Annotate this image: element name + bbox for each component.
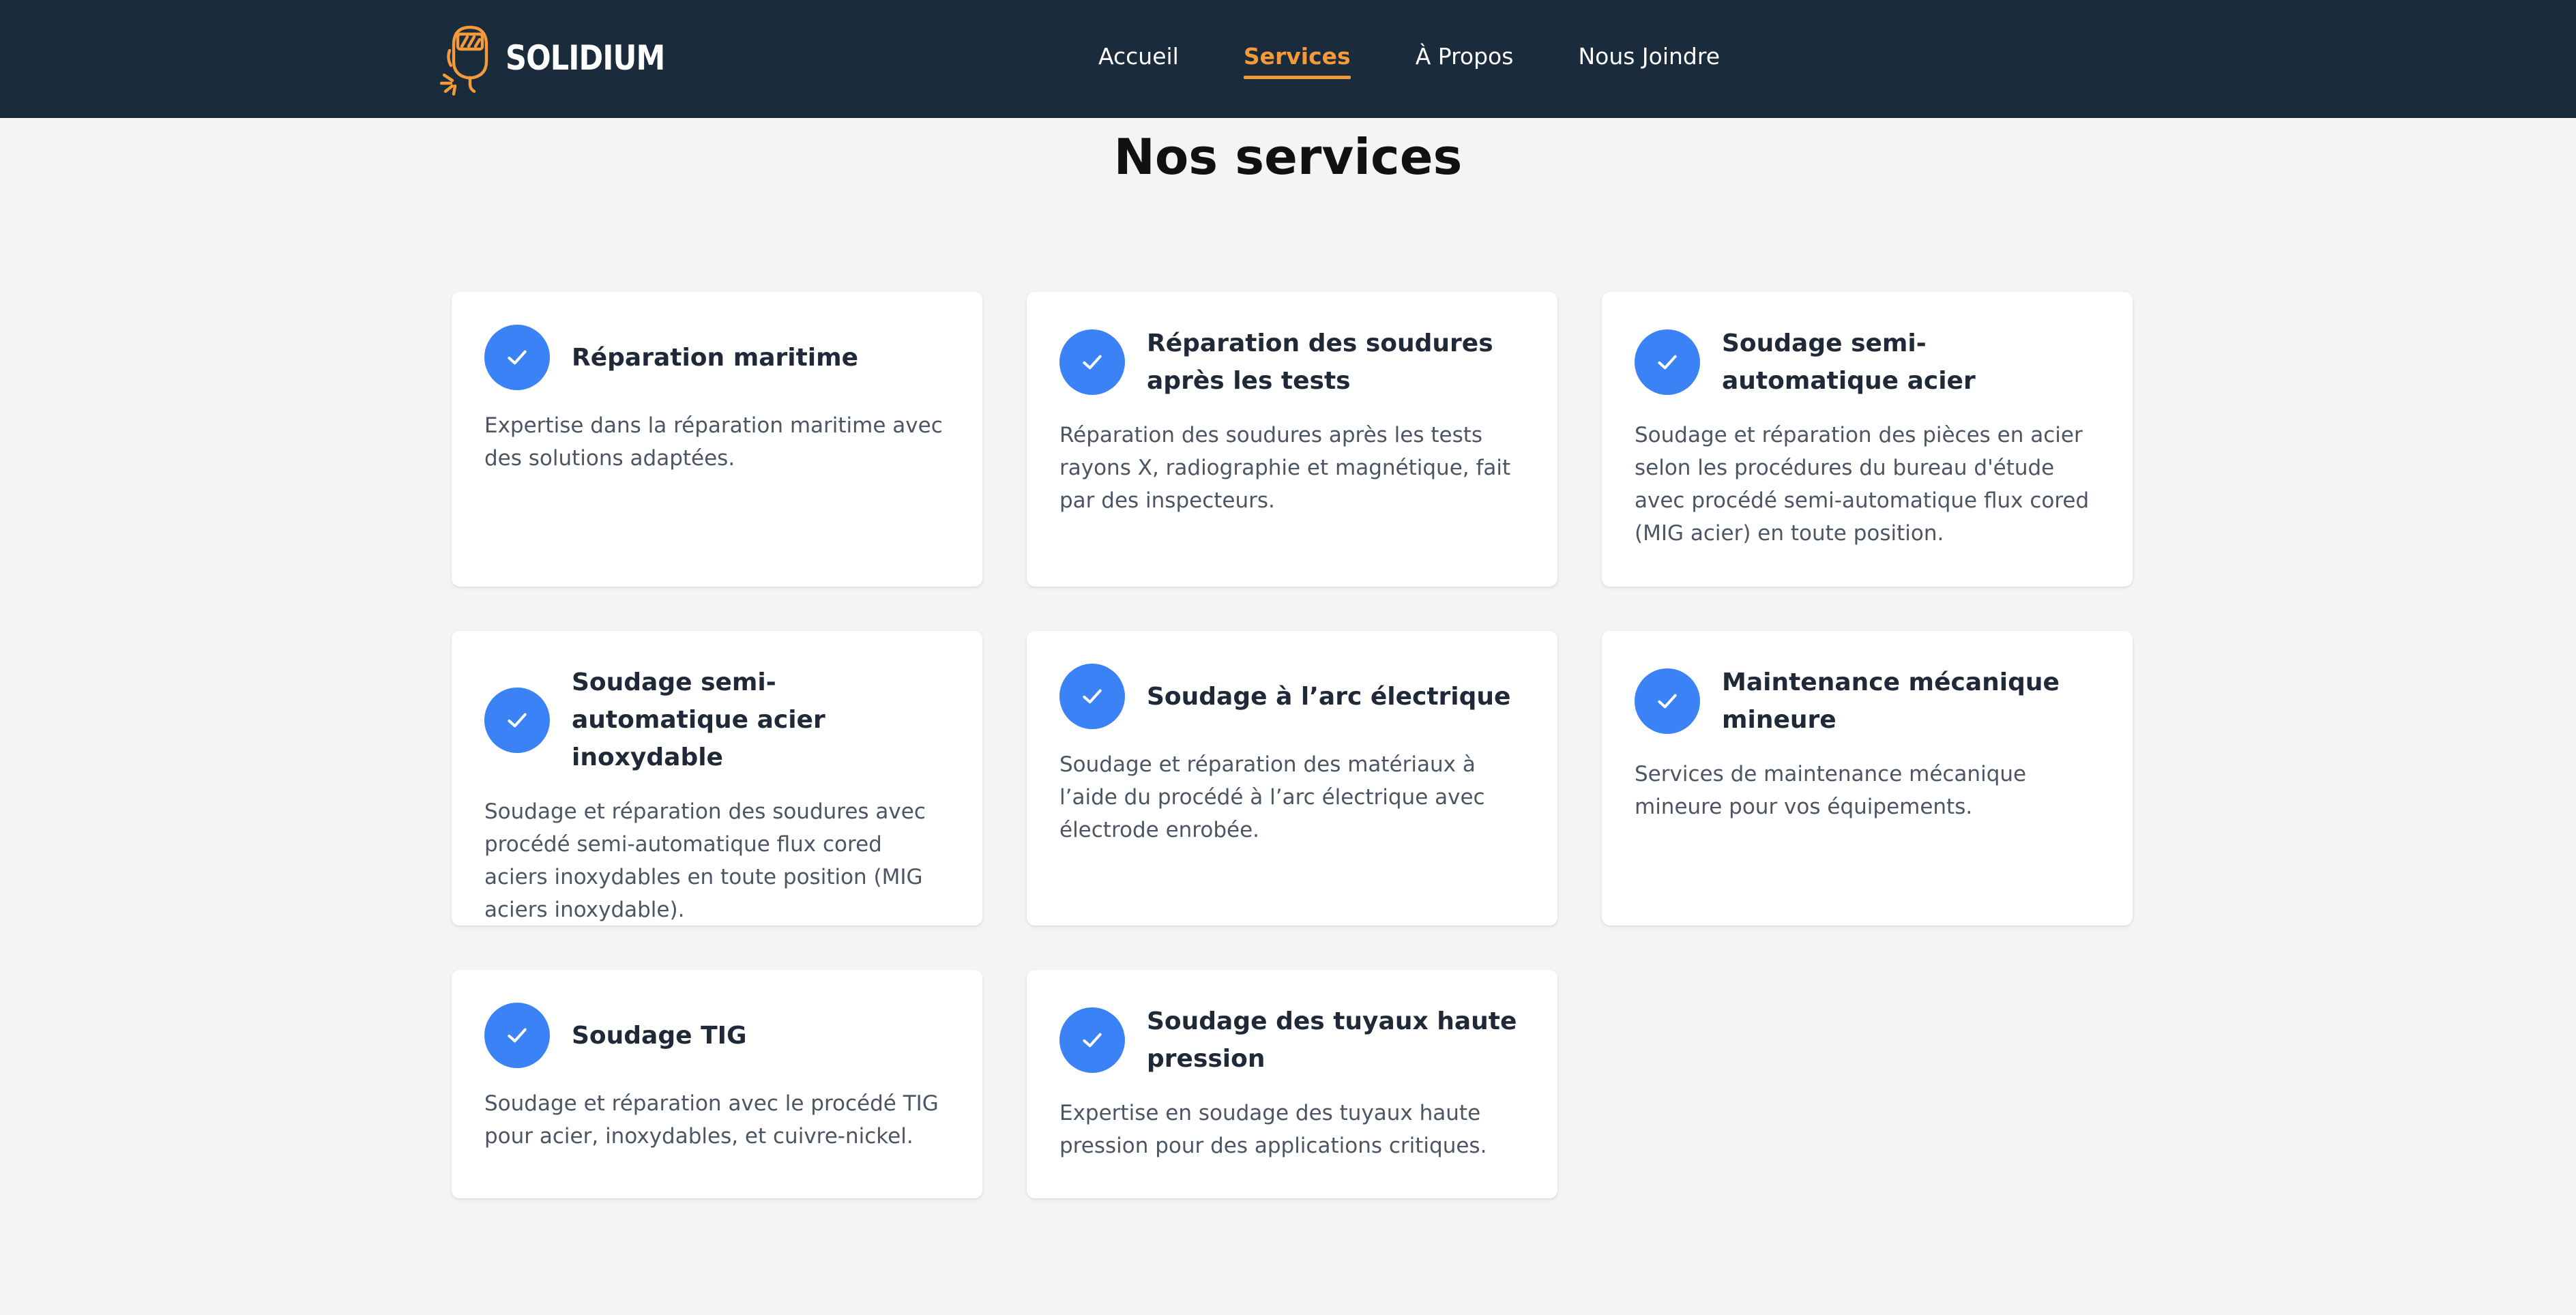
service-card: Réparation des soudures après les tests …: [1027, 292, 1557, 587]
service-card: Soudage à l’arc électrique Soudage et ré…: [1027, 631, 1557, 926]
service-title: Réparation des soudures après les tests: [1147, 329, 1493, 395]
nav-link-accueil[interactable]: Accueil: [1098, 43, 1179, 71]
service-card-header: Soudage à l’arc électrique: [1059, 664, 1525, 729]
service-card: Soudage TIG Soudage et réparation avec l…: [452, 970, 982, 1198]
service-title: Soudage TIG: [572, 1021, 747, 1050]
service-description: Soudage et réparation des soudures avec …: [484, 799, 926, 922]
service-description: Réparation des soudures après les tests …: [1059, 423, 1511, 513]
main-nav: Accueil Services À Propos Nous Joindre: [1098, 0, 1785, 113]
check-icon: [1059, 664, 1125, 729]
service-card-header: Maintenance mécanique mineure: [1635, 664, 2100, 739]
service-card-header: Soudage semi-automatique acier: [1635, 325, 2100, 400]
service-card: Soudage semi-automatique acier inoxydabl…: [452, 631, 982, 926]
check-icon: [1059, 1007, 1125, 1073]
service-description: Soudage et réparation des matériaux à l’…: [1059, 752, 1485, 842]
brand-name: SOLIDIUM: [506, 38, 665, 78]
service-card: Soudage semi-automatique acier Soudage e…: [1602, 292, 2133, 587]
service-card-header: Réparation des soudures après les tests: [1059, 325, 1525, 400]
service-card-header: Réparation maritime: [484, 325, 950, 390]
service-description: Soudage et réparation avec le procédé TI…: [484, 1091, 939, 1149]
services-grid: Réparation maritime Expertise dans la ré…: [452, 292, 2133, 1198]
check-icon: [484, 1003, 550, 1068]
check-icon: [1635, 668, 1700, 734]
top-navbar: SOLIDIUM Accueil Services À Propos Nous …: [0, 0, 2576, 118]
brand-logo-link[interactable]: SOLIDIUM: [440, 20, 690, 95]
service-card: Soudage des tuyaux haute pression Expert…: [1027, 970, 1557, 1198]
check-icon: [1059, 329, 1125, 395]
service-description: Soudage et réparation des pièces en acie…: [1635, 423, 2090, 546]
nav-link-nous-joindre[interactable]: Nous Joindre: [1578, 43, 1720, 71]
service-title: Soudage des tuyaux haute pression: [1147, 1007, 1517, 1073]
service-card: Maintenance mécanique mineure Services d…: [1602, 631, 2133, 926]
check-icon: [484, 325, 550, 390]
service-card-header: Soudage semi-automatique acier inoxydabl…: [484, 664, 950, 776]
service-title: Soudage semi-automatique acier inoxydabl…: [572, 668, 825, 771]
check-icon: [484, 687, 550, 753]
service-description: Services de maintenance mécanique mineur…: [1635, 762, 2027, 819]
nav-link-a-propos[interactable]: À Propos: [1416, 43, 1514, 71]
service-title: Soudage semi-automatique acier: [1722, 329, 1976, 395]
service-card-header: Soudage des tuyaux haute pression: [1059, 1003, 1525, 1078]
nav-link-services[interactable]: Services: [1243, 43, 1351, 79]
page-title: Nos services: [1113, 128, 1463, 186]
service-title: Soudage à l’arc électrique: [1147, 682, 1511, 711]
welder-mask-icon: [440, 20, 497, 95]
service-title: Maintenance mécanique mineure: [1722, 668, 2060, 734]
service-card-header: Soudage TIG: [484, 1003, 950, 1068]
service-description: Expertise en soudage des tuyaux haute pr…: [1059, 1101, 1487, 1158]
service-description: Expertise dans la réparation maritime av…: [484, 413, 943, 471]
check-icon: [1635, 329, 1700, 395]
service-card: Réparation maritime Expertise dans la ré…: [452, 292, 982, 587]
service-title: Réparation maritime: [572, 343, 859, 372]
